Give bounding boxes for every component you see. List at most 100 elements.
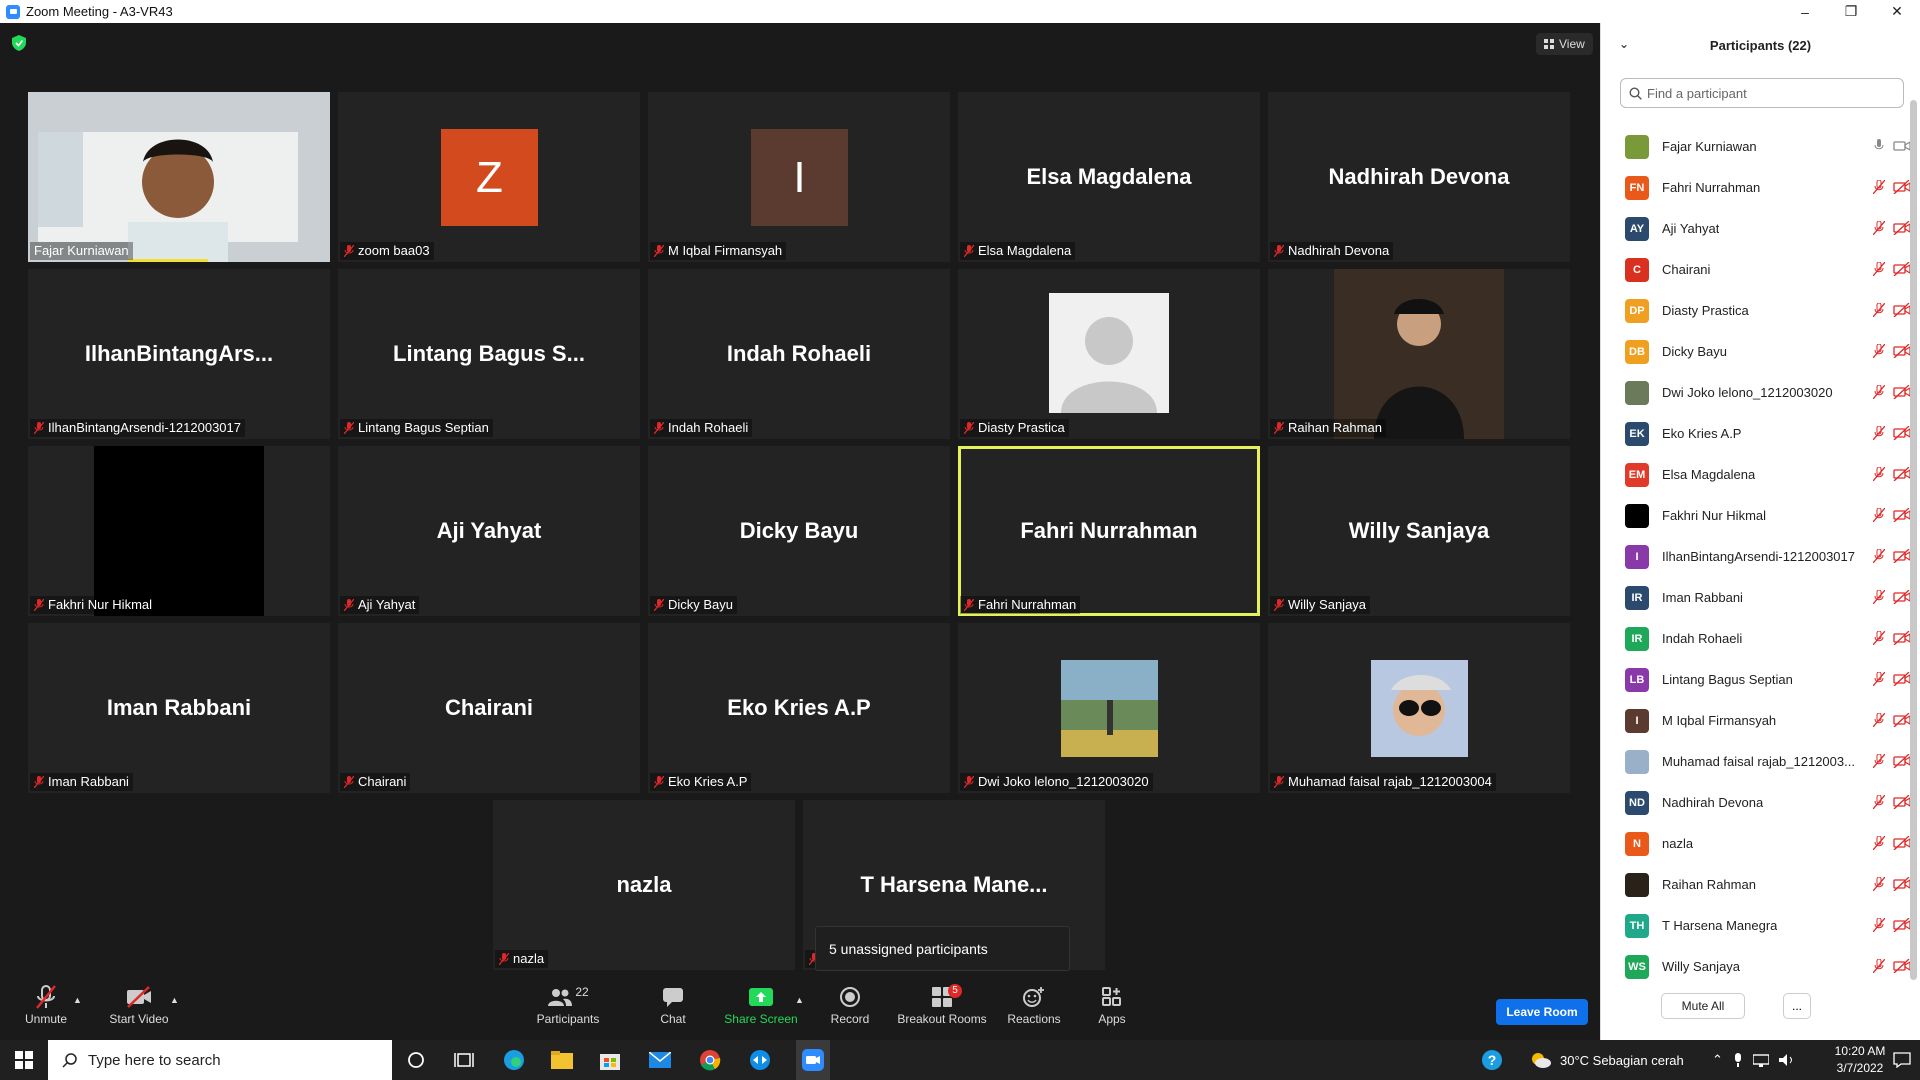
video-tile[interactable]: Iman Rabbani Iman Rabbani: [28, 623, 330, 793]
participant-row[interactable]: FN Fahri Nurrahman: [1601, 167, 1911, 208]
restore-button[interactable]: ❐: [1828, 0, 1874, 23]
video-tile[interactable]: Raihan Rahman: [1268, 269, 1570, 439]
file-explorer-icon[interactable]: [550, 1048, 574, 1072]
taskbar-search-input[interactable]: Type here to search: [48, 1040, 392, 1080]
chevron-down-icon[interactable]: ⌄: [1619, 37, 1629, 51]
video-tile[interactable]: Willy Sanjaya Willy Sanjaya: [1268, 446, 1570, 616]
participants-button[interactable]: 22 Participants: [533, 982, 603, 1026]
record-button[interactable]: Record: [826, 982, 874, 1026]
mic-icon[interactable]: [1733, 1053, 1743, 1067]
video-tile[interactable]: Lintang Bagus S... Lintang Bagus Septian: [338, 269, 640, 439]
start-video-button[interactable]: Start Video: [104, 982, 174, 1026]
video-tile[interactable]: Nadhirah Devona Nadhirah Devona: [1268, 92, 1570, 262]
view-button[interactable]: View: [1536, 33, 1593, 55]
share-options-caret[interactable]: ▲: [795, 995, 804, 1005]
participant-label: Indah Rohaeli: [650, 419, 753, 437]
participant-row[interactable]: I M Iqbal Firmansyah: [1601, 700, 1911, 741]
participant-name: Chairani: [1662, 262, 1711, 277]
video-tile[interactable]: Fakhri Nur Hikmal: [28, 446, 330, 616]
mic-muted-icon: [1873, 508, 1885, 522]
participant-row[interactable]: EM Elsa Magdalena: [1601, 454, 1911, 495]
minimize-button[interactable]: –: [1782, 0, 1828, 23]
video-tile[interactable]: Zzoom baa03: [338, 92, 640, 262]
reactions-button[interactable]: Reactions: [1004, 982, 1064, 1026]
video-off-icon: [1893, 508, 1911, 522]
avatar: AY: [1625, 216, 1649, 241]
close-button[interactable]: ✕: [1874, 0, 1920, 23]
participant-row[interactable]: I IlhanBintangArsendi-1212003017: [1601, 536, 1911, 577]
video-tile[interactable]: I M Iqbal Firmansyah: [648, 92, 950, 262]
zoom-taskbar-icon[interactable]: [796, 1040, 830, 1080]
store-icon[interactable]: [598, 1048, 622, 1072]
chrome-icon[interactable]: [698, 1048, 722, 1072]
video-options-caret[interactable]: ▲: [170, 995, 179, 1005]
avatar: [1625, 749, 1649, 774]
participant-name: Diasty Prastica: [978, 420, 1065, 435]
participant-label: Raihan Rahman: [1270, 419, 1386, 437]
participant-name: nazla: [513, 951, 545, 966]
video-tile[interactable]: Dwi Joko lelono_1212003020: [958, 623, 1260, 793]
participant-row[interactable]: Fajar Kurniawan: [1601, 126, 1911, 167]
volume-icon[interactable]: [1778, 1053, 1795, 1067]
clock[interactable]: 10:20 AM 3/7/2022: [1830, 1043, 1890, 1077]
participant-row[interactable]: AY Aji Yahyat: [1601, 208, 1911, 249]
participant-row[interactable]: EK Eko Kries A.P: [1601, 413, 1911, 454]
participant-row[interactable]: DB Dicky Bayu: [1601, 331, 1911, 372]
mail-icon[interactable]: [648, 1048, 672, 1072]
participant-row[interactable]: IR Indah Rohaeli: [1601, 618, 1911, 659]
unmute-button[interactable]: Unmute: [18, 982, 74, 1026]
participant-row[interactable]: Raihan Rahman: [1601, 864, 1911, 905]
participant-row[interactable]: C Chairani: [1601, 249, 1911, 290]
avatar: [1625, 503, 1649, 528]
edge-icon[interactable]: [502, 1048, 526, 1072]
video-tile[interactable]: Diasty Prastica: [958, 269, 1260, 439]
video-tile[interactable]: Eko Kries A.P Eko Kries A.P: [648, 623, 950, 793]
apps-button[interactable]: Apps: [1094, 982, 1130, 1026]
leave-room-button[interactable]: Leave Room: [1496, 999, 1588, 1025]
participant-row[interactable]: DP Diasty Prastica: [1601, 290, 1911, 331]
teamviewer-icon[interactable]: [748, 1048, 772, 1072]
help-icon[interactable]: ?: [1480, 1048, 1504, 1072]
more-button[interactable]: ...: [1783, 993, 1811, 1019]
video-tile[interactable]: Indah Rohaeli Indah Rohaeli: [648, 269, 950, 439]
weather-widget[interactable]: 30°C Sebagian cerah: [1530, 1040, 1684, 1080]
participant-row[interactable]: Fakhri Nur Hikmal: [1601, 495, 1911, 536]
video-tile[interactable]: nazla nazla: [493, 800, 795, 970]
tray-chevron-up-icon[interactable]: ⌃: [1712, 1052, 1723, 1068]
search-input[interactable]: Find a participant: [1620, 78, 1904, 108]
network-icon[interactable]: [1752, 1053, 1769, 1067]
video-tile[interactable]: Dicky Bayu Dicky Bayu: [648, 446, 950, 616]
shield-icon[interactable]: [12, 35, 26, 51]
participant-row[interactable]: Muhamad faisal rajab_1212003...: [1601, 741, 1911, 782]
notifications-icon[interactable]: [1890, 1048, 1914, 1072]
participant-label: Muhamad faisal rajab_1212003004: [1270, 773, 1496, 791]
mic-muted-icon: [1274, 422, 1284, 434]
share-screen-button[interactable]: Share Screen: [722, 982, 800, 1026]
participant-row[interactable]: LB Lintang Bagus Septian: [1601, 659, 1911, 700]
mute-all-button[interactable]: Mute All: [1661, 993, 1745, 1019]
chat-button[interactable]: Chat: [650, 982, 696, 1026]
video-tile[interactable]: Elsa Magdalena Elsa Magdalena: [958, 92, 1260, 262]
participant-row[interactable]: TH T Harsena Manegra: [1601, 905, 1911, 946]
video-tile[interactable]: Fahri Nurrahman Fahri Nurrahman: [958, 446, 1260, 616]
video-tile[interactable]: IlhanBintangArs... IlhanBintangArsendi-12…: [28, 269, 330, 439]
task-view-icon[interactable]: [452, 1048, 476, 1072]
video-tile[interactable]: Chairani Chairani: [338, 623, 640, 793]
participant-row[interactable]: Nnazla: [1601, 823, 1911, 864]
audio-options-caret[interactable]: ▲: [73, 995, 82, 1005]
video-tile[interactable]: Fajar Kurniawan: [28, 92, 330, 262]
breakout-rooms-button[interactable]: 5 Breakout Rooms: [896, 982, 988, 1026]
video-tile[interactable]: Muhamad faisal rajab_1212003004: [1268, 623, 1570, 793]
participant-row[interactable]: Dwi Joko lelono_1212003020: [1601, 372, 1911, 413]
video-tile[interactable]: Aji Yahyat Aji Yahyat: [338, 446, 640, 616]
panel-scrollbar[interactable]: [1910, 100, 1917, 980]
participant-row[interactable]: WS Willy Sanjaya: [1601, 946, 1911, 987]
avatar: [1625, 134, 1649, 159]
participant-row[interactable]: ND Nadhirah Devona: [1601, 782, 1911, 823]
participant-name: Indah Rohaeli: [668, 420, 749, 435]
windows-start-icon[interactable]: [12, 1048, 36, 1072]
participant-row[interactable]: IR Iman Rabbani: [1601, 577, 1911, 618]
participant-list: Fajar Kurniawan FN Fahri Nurrahman AY Aji Ya…: [1601, 126, 1911, 987]
avatar: [1625, 872, 1649, 897]
cortana-icon[interactable]: [404, 1048, 428, 1072]
